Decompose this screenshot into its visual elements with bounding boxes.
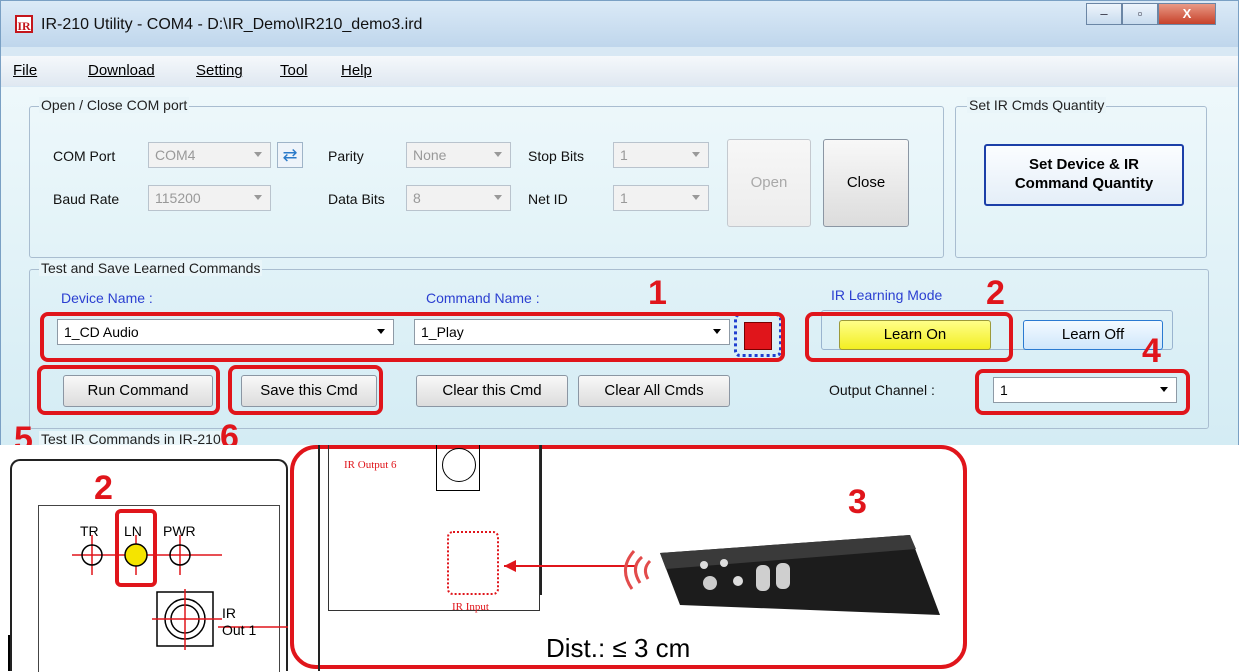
window-title: IR-210 Utility - COM4 - D:\IR_Demo\IR210… — [41, 16, 423, 33]
ir-quantity-group-title: Set IR Cmds Quantity — [967, 97, 1107, 113]
highlight-learn-on — [805, 312, 1013, 362]
clear-cmd-button[interactable]: Clear this Cmd — [416, 375, 568, 407]
step-number-1: 1 — [648, 274, 667, 312]
menu-download[interactable]: Download — [88, 62, 155, 79]
baud-rate-select[interactable]: 115200 — [148, 185, 271, 211]
refresh-icon[interactable]: ⇄ — [277, 142, 303, 168]
highlight-device-command — [40, 312, 785, 362]
ir-learning-mode-label: IR Learning Mode — [831, 287, 943, 303]
title-bar: IR IR-210 Utility - COM4 - D:\IR_Demo\IR… — [1, 1, 1238, 47]
net-id-select[interactable]: 1 — [613, 185, 709, 211]
highlight-save-cmd — [228, 365, 383, 415]
ir-input-label: IR Input — [452, 601, 489, 613]
menu-file[interactable]: File — [13, 62, 37, 79]
app-icon: IR — [15, 15, 33, 33]
open-port-button[interactable]: Open — [727, 139, 811, 227]
step-number-2: 2 — [986, 274, 1005, 312]
baud-rate-label: Baud Rate — [53, 191, 120, 207]
com-port-label: COM Port — [53, 148, 116, 164]
highlight-ln-led — [115, 509, 157, 587]
test-save-group-title: Test and Save Learned Commands — [39, 260, 263, 276]
maximize-button[interactable]: ▫ — [1122, 3, 1158, 25]
highlight-output-channel — [975, 369, 1190, 415]
data-bits-label: Data Bits — [328, 191, 385, 207]
device-name-label: Device Name : — [61, 290, 153, 306]
hardware-illustration: TR LN PWR 2 IR Out 1 IR Output 6 IR Inpu… — [0, 445, 1239, 672]
parity-select[interactable]: None — [406, 142, 511, 168]
step-number-3: 3 — [848, 483, 867, 521]
step-number-4: 4 — [1142, 332, 1161, 370]
menu-tool[interactable]: Tool — [280, 62, 308, 79]
data-bits-select[interactable]: 8 — [406, 185, 511, 211]
ir-output6-port — [436, 445, 480, 491]
menu-setting[interactable]: Setting — [196, 62, 243, 79]
stop-bits-select[interactable]: 1 — [613, 142, 709, 168]
com-port-group-title: Open / Close COM port — [39, 97, 190, 113]
menu-bar: File Download Setting Tool Help — [1, 56, 1238, 86]
output-channel-label: Output Channel : — [829, 382, 935, 398]
remote-control-image — [624, 535, 940, 615]
out1-label: Out 1 — [222, 622, 257, 638]
com-port-select[interactable]: COM4 — [148, 142, 271, 168]
stop-bits-label: Stop Bits — [528, 148, 585, 164]
ir-out-label: IR — [222, 605, 236, 621]
command-name-label: Command Name : — [426, 290, 540, 306]
minimize-button[interactable]: – — [1086, 3, 1122, 25]
close-window-button[interactable]: X — [1158, 3, 1216, 25]
menu-help[interactable]: Help — [341, 62, 372, 79]
highlight-run-command — [37, 365, 220, 415]
set-quantity-button[interactable]: Set Device & IR Command Quantity — [984, 144, 1184, 206]
distance-caption: Dist.: ≤ 3 cm — [546, 633, 691, 663]
step-number-2-hw: 2 — [94, 469, 113, 507]
parity-label: Parity — [328, 148, 364, 164]
close-port-button[interactable]: Close — [823, 139, 909, 227]
net-id-label: Net ID — [528, 191, 568, 207]
ir-output6-label: IR Output 6 — [344, 459, 397, 471]
ir-signal-arrow — [504, 560, 636, 572]
clear-all-cmds-button[interactable]: Clear All Cmds — [578, 375, 730, 407]
